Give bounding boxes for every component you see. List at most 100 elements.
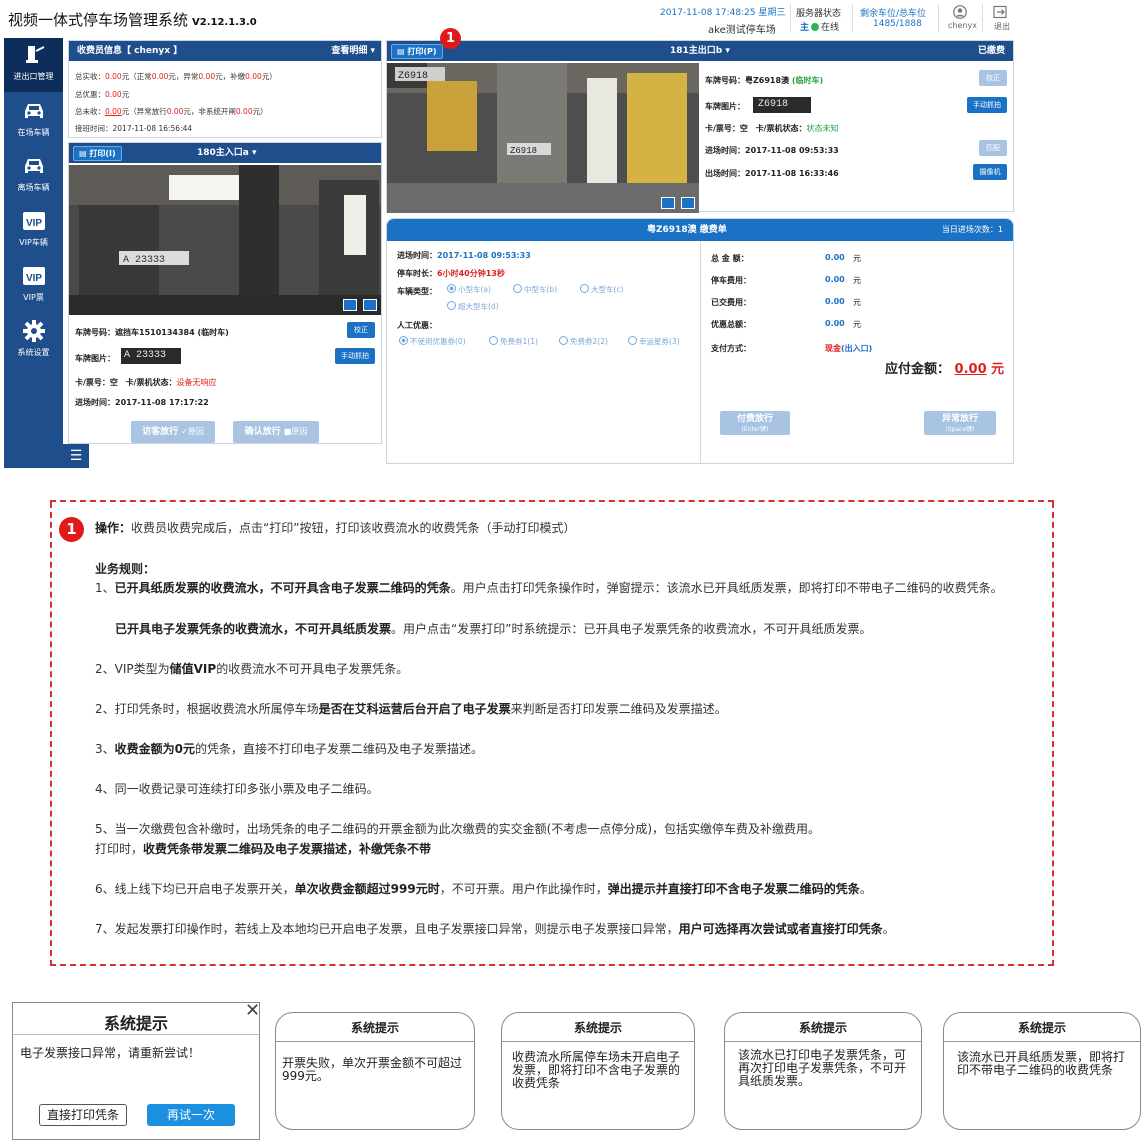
annotation-badge: 1 <box>440 28 461 49</box>
rule-3: 2、打印凭条时，根据收费流水所属停车场是否在艾科运营后台开启了电子发票来判断是否… <box>95 702 727 716</box>
close-icon[interactable]: ✕ <box>245 1000 260 1021</box>
entry-correct-button[interactable]: 校正 <box>347 322 375 338</box>
video-icon[interactable] <box>363 299 377 311</box>
rule-2: 2、VIP类型为储值VIP的收费流水不可开具电子发票凭条。 <box>95 662 409 676</box>
server-status: 主 在线 <box>800 20 839 33</box>
match-button[interactable]: 匹配 <box>979 140 1007 156</box>
vip-icon: VIP <box>22 267 45 285</box>
entry-manual-capture-button[interactable]: 手动抓拍 <box>335 348 375 364</box>
total-amount-label: 总 金 额： <box>711 254 749 263</box>
snapshot-icon[interactable] <box>661 197 675 209</box>
vehicle-type-small[interactable]: 小型车(a) <box>447 284 491 295</box>
sidebar-item-label: 离场车辆 <box>17 183 50 192</box>
shift-time-line: 接班时间：2017-11-08 16:56:44 <box>75 124 193 133</box>
print-receipt-button[interactable]: 直接打印凭条 <box>39 1104 127 1126</box>
vehicle-type-xlarge[interactable]: 超大型车(d) <box>447 301 499 312</box>
dialog-title: 系统提示 <box>350 1021 399 1035</box>
exit-card-info: 卡/票号：空 卡/票机状态：状态未知 <box>705 124 839 133</box>
vip-icon: VIP <box>22 212 45 230</box>
unit: 元 <box>853 276 861 285</box>
entry-lane-header: ▤ 打印(I) 180主入口a ▾ <box>69 143 381 163</box>
online-dot-icon <box>811 23 820 31</box>
user-icon[interactable] <box>953 5 967 19</box>
server-role: 主 <box>800 23 810 33</box>
confirm-release-button[interactable]: 确认放行 ■原因 <box>233 421 319 443</box>
unit: 元 <box>853 320 861 329</box>
logout-button[interactable]: 退出 <box>994 21 1010 32</box>
visitor-release-button[interactable]: 访客放行 ✓原因 <box>131 421 215 443</box>
snapshot-icon[interactable] <box>343 299 357 311</box>
exit-correct-button[interactable]: 校正 <box>979 70 1007 86</box>
pay-method[interactable]: 现金(出入口) <box>825 343 872 354</box>
paid-status: 已缴费 <box>977 46 1005 56</box>
divider <box>852 4 853 32</box>
discount-lucky-star[interactable]: 幸运星券(3) <box>628 336 680 347</box>
car-icon <box>24 104 43 118</box>
sidebar-item-vip-cars[interactable]: VIP VIP车辆 <box>4 204 63 258</box>
user-name[interactable]: chenyx <box>948 21 977 30</box>
svg-text:A 23333: A 23333 <box>123 255 165 266</box>
sidebar-item-settings[interactable]: 系统设置 <box>4 314 63 368</box>
sidebar-item-label: VIP车辆 <box>19 238 48 247</box>
exit-in-time: 进场时间：2017-11-08 09:53:33 <box>705 146 839 155</box>
exit-manual-capture-button[interactable]: 手动抓拍 <box>967 97 1007 113</box>
sidebar-item-vip-ticket[interactable]: VIP VIP票 <box>4 259 63 313</box>
vehicle-type-large[interactable]: 大型车(c) <box>580 284 623 295</box>
camera-button[interactable]: 摄像机 <box>973 164 1007 180</box>
svg-text:VIP: VIP <box>25 273 41 284</box>
radio-icon <box>628 336 637 345</box>
remaining-spaces: 1485/1888 <box>873 19 922 29</box>
exit-print-button[interactable]: ▤ 打印(P) <box>391 44 443 59</box>
entry-lane-selector[interactable]: 180主入口a ▾ <box>197 143 257 163</box>
paid-fee: 0.00 <box>825 297 845 306</box>
vehicle-type-label: 车辆类型： <box>397 287 437 296</box>
view-detail-link[interactable]: 查看明细 ▾ <box>331 41 375 61</box>
radio-icon <box>447 284 456 293</box>
entry-camera-feed: A 23333 <box>69 165 381 315</box>
server-status-label: 服务器状态 <box>796 9 842 19</box>
app-title-text: 视频一体式停车场管理系统 <box>8 11 189 29</box>
exit-lane-name: 181主出口b <box>670 46 723 56</box>
datetime: 2017-11-08 17:48:25 星期三 <box>660 8 786 18</box>
discount-free1[interactable]: 免费券1(1) <box>489 336 538 347</box>
sidebar-item-parked-cars[interactable]: 在场车辆 <box>4 94 63 148</box>
parking-fee: 0.00 <box>825 275 845 284</box>
payment-bill-panel: 粤Z6918澳 缴费单 当日进场次数：1 进场时间：2017-11-08 09:… <box>386 218 1014 464</box>
exit-camera-feed: Z6918 Z6918 <box>387 63 699 213</box>
lot-name: ake测试停车场 <box>708 25 776 36</box>
discount-free2[interactable]: 免费券2(2) <box>559 336 608 347</box>
sidebar-item-label: 系统设置 <box>17 348 50 357</box>
abnormal-release-button[interactable]: 异常放行 (Space键) <box>924 411 996 435</box>
gate-icon <box>25 46 44 63</box>
pay-method-label: 支付方式： <box>711 344 751 353</box>
exit-lane-selector[interactable]: 181主出口b ▾ <box>670 41 730 61</box>
retry-button[interactable]: 再试一次 <box>147 1104 235 1126</box>
chevron-down-icon: ▾ <box>252 148 257 158</box>
total-discount-line: 总优惠：0.00元 <box>75 90 130 99</box>
dialog-title: 系统提示 <box>798 1021 847 1035</box>
camera-image: Z6918 Z6918 <box>387 63 699 213</box>
chevron-down-icon: ▾ <box>725 46 730 56</box>
entry-print-label: 打印(I) <box>89 149 116 158</box>
sidebar-item-left-cars[interactable]: 离场车辆 <box>4 149 63 203</box>
dialog-title: 系统提示 <box>573 1021 622 1035</box>
pay-release-button[interactable]: 付费放行 (Enter键) <box>720 411 790 435</box>
entry-print-button[interactable]: ▤ 打印(I) <box>73 146 122 161</box>
cashier-info-header: 收费员信息【 chenyx 】 查看明细 ▾ <box>69 41 381 61</box>
daily-entry-count: 当日进场次数：1 <box>941 225 1003 234</box>
dialog-title: 系统提示 <box>1017 1021 1066 1035</box>
entry-plate-image-label: 车牌图片： <box>75 354 115 363</box>
rule-1b: 已开具电子发票凭条的收费流水，不可开具纸质发票。用户点击“发票打印”时系统提示：… <box>115 622 872 636</box>
operation-note: 操作：收费员收费完成后，点击“打印”按钮，打印该收费流水的收费凭条（手动打印模式… <box>95 521 576 535</box>
menu-toggle-button[interactable]: ☰ <box>63 444 89 468</box>
parking-app-window: 视频一体式停车场管理系统 V2.12.1.3.0 2017-11-08 17:48… <box>0 0 1018 470</box>
notes-border-bottom <box>50 964 1054 966</box>
dialog-message: 收费流水所属停车场未开启电子发票，即将打印不含电子发票的收费凭条 <box>512 1050 681 1090</box>
discount-total-label: 优惠总额： <box>711 320 751 329</box>
unit: 元 <box>853 298 861 307</box>
vehicle-type-medium[interactable]: 中型车(b) <box>513 284 557 295</box>
sidebar-item-gate[interactable]: 进出口管理 <box>4 38 63 92</box>
video-icon[interactable] <box>681 197 695 209</box>
logout-icon[interactable] <box>993 5 1007 19</box>
discount-none[interactable]: 不使用优惠券(0) <box>399 336 466 347</box>
